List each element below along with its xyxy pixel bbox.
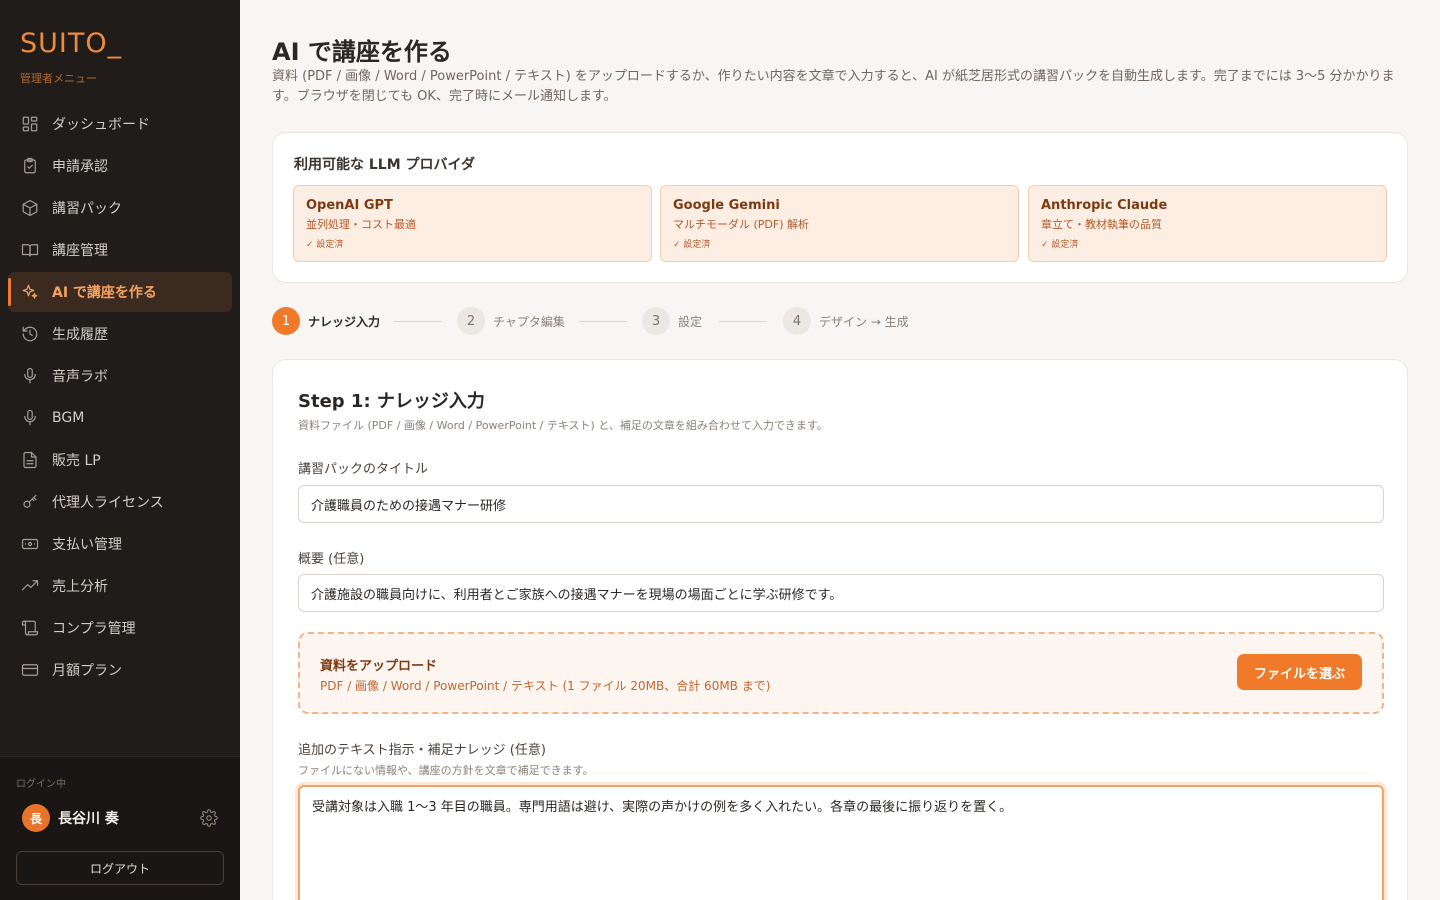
- llm-providers-card: 利用可能な LLM プロバイダ OpenAI GPT 並列処理・コスト最適 ✓ …: [272, 132, 1408, 283]
- dashboard-icon: [20, 114, 40, 134]
- extra-knowledge-textarea[interactable]: 受講対象は入職 1〜3 年目の職員。専門用語は避け、実際の声かけの例を多く入れた…: [298, 785, 1384, 900]
- microphone-icon: [20, 366, 40, 386]
- step-label: デザイン → 生成: [819, 314, 909, 329]
- book-open-icon: [20, 240, 40, 260]
- sidebar-item-courses[interactable]: 講座管理: [8, 230, 232, 270]
- step-label: ナレッジ入力: [308, 314, 381, 329]
- step-number: 2: [457, 307, 485, 335]
- provider-name: Google Gemini: [673, 198, 780, 213]
- choose-file-button[interactable]: ファイルを選ぶ: [1237, 654, 1362, 690]
- provider-name: Anthropic Claude: [1041, 198, 1168, 213]
- sidebar-item-approvals[interactable]: 申請承認: [8, 146, 232, 186]
- step-settings[interactable]: 3 設定: [642, 307, 702, 335]
- microphone-icon: [20, 408, 40, 428]
- provider-gemini: Google Gemini マルチモーダル (PDF) 解析 ✓ 設定済: [660, 185, 1019, 262]
- sidebar-item-label: 販売 LP: [52, 453, 101, 469]
- sidebar-item-label: 音声ラボ: [52, 369, 108, 385]
- step-label: 設定: [678, 314, 703, 329]
- sidebar-item-label: コンプラ管理: [52, 621, 136, 637]
- sidebar-item-label: 支払い管理: [52, 537, 122, 553]
- trending-up-icon: [20, 576, 40, 596]
- logout-button[interactable]: ログアウト: [16, 851, 224, 885]
- step-connector: [394, 321, 442, 322]
- step-label: チャプタ編集: [493, 314, 565, 329]
- step-connector: [579, 321, 627, 322]
- sidebar-item-compliance[interactable]: コンプラ管理: [8, 608, 232, 648]
- document-icon: [20, 450, 40, 470]
- step-number: 3: [642, 307, 670, 335]
- providers-title: 利用可能な LLM プロバイダ: [294, 157, 475, 173]
- sidebar-item-label: 月額プラン: [52, 663, 122, 679]
- scroll-icon: [20, 618, 40, 638]
- form-step-subtitle: 資料ファイル (PDF / 画像 / Word / PowerPoint / テ…: [298, 419, 828, 432]
- step-number: 4: [783, 307, 811, 335]
- brand-subtitle: 管理者メニュー: [20, 72, 97, 85]
- sidebar-item-label: BGM: [52, 410, 85, 426]
- sidebar-item-label: ダッシュボード: [52, 117, 150, 133]
- user-info: 長 長谷川 奏: [22, 803, 222, 833]
- sidebar-item-label: 売上分析: [52, 579, 108, 595]
- provider-status: ✓ 設定済: [1041, 240, 1079, 250]
- step-design-generate[interactable]: 4 デザイン → 生成: [783, 307, 909, 335]
- sidebar-nav: ダッシュボード 申請承認 講習パック 講座管理 AI で講座を作る 生成履歴 音…: [8, 104, 232, 692]
- provider-desc: 並列処理・コスト最適: [306, 218, 416, 231]
- extra-knowledge-label: 追加のテキスト指示・補足ナレッジ (任意): [298, 743, 546, 758]
- provider-claude: Anthropic Claude 章立て・教材執筆の品質 ✓ 設定済: [1028, 185, 1387, 262]
- step-number: 1: [272, 307, 300, 335]
- provider-name: OpenAI GPT: [306, 198, 393, 213]
- gear-icon[interactable]: [200, 809, 218, 827]
- summary-input[interactable]: 介護施設の職員向けに、利用者とご家族への接遇マナーを現場の場面ごとに学ぶ研修です…: [298, 574, 1384, 612]
- page-title: AI で講座を作る: [272, 38, 452, 66]
- sidebar-item-bgm[interactable]: BGM: [8, 398, 232, 438]
- sidebar-item-label: 申請承認: [52, 159, 108, 175]
- sidebar-item-label: 生成履歴: [52, 327, 108, 343]
- provider-desc: 章立て・教材執筆の品質: [1041, 218, 1162, 231]
- sidebar-item-dashboard[interactable]: ダッシュボード: [8, 104, 232, 144]
- sidebar-item-label: 講習パック: [52, 201, 122, 217]
- sidebar-item-voice-lab[interactable]: 音声ラボ: [8, 356, 232, 396]
- step-chapter-edit[interactable]: 2 チャプタ編集: [457, 307, 565, 335]
- sidebar-item-ai-create[interactable]: AI で講座を作る: [8, 272, 232, 312]
- user-name: 長谷川 奏: [58, 811, 119, 827]
- login-status-label: ログイン中: [16, 779, 66, 790]
- provider-desc: マルチモーダル (PDF) 解析: [673, 218, 810, 231]
- sidebar-item-packs[interactable]: 講習パック: [8, 188, 232, 228]
- sidebar-item-sales-analytics[interactable]: 売上分析: [8, 566, 232, 606]
- summary-label: 概要 (任意): [298, 552, 365, 567]
- form-step-title: Step 1: ナレッジ入力: [298, 391, 485, 412]
- avatar: 長: [22, 804, 50, 832]
- sidebar-item-sales-lp[interactable]: 販売 LP: [8, 440, 232, 480]
- history-icon: [20, 324, 40, 344]
- sidebar-item-payments[interactable]: 支払い管理: [8, 524, 232, 564]
- sidebar-item-monthly-plan[interactable]: 月額プラン: [8, 650, 232, 690]
- upload-title: 資料をアップロード: [320, 659, 438, 674]
- brand-logo[interactable]: SUITO_: [20, 28, 122, 59]
- sidebar-item-label: 講座管理: [52, 243, 108, 259]
- provider-status: ✓ 設定済: [673, 240, 711, 250]
- stepper: 1 ナレッジ入力 2 チャプタ編集 3 設定 4 デザイン → 生成: [272, 307, 972, 335]
- knowledge-input-form: Step 1: ナレッジ入力 資料ファイル (PDF / 画像 / Word /…: [272, 359, 1408, 900]
- credit-card-icon: [20, 660, 40, 680]
- sparkles-icon: [20, 282, 40, 302]
- sidebar-item-history[interactable]: 生成履歴: [8, 314, 232, 354]
- clipboard-check-icon: [20, 156, 40, 176]
- provider-openai: OpenAI GPT 並列処理・コスト最適 ✓ 設定済: [293, 185, 652, 262]
- step-connector: [719, 321, 767, 322]
- key-icon: [20, 492, 40, 512]
- sidebar: SUITO_ 管理者メニュー ダッシュボード 申請承認 講習パック 講座管理 A…: [0, 0, 240, 900]
- sidebar-footer: ログイン中 長 長谷川 奏 ログアウト: [0, 756, 240, 900]
- step-knowledge-input[interactable]: 1 ナレッジ入力: [272, 307, 380, 335]
- provider-status: ✓ 設定済: [306, 240, 344, 250]
- package-icon: [20, 198, 40, 218]
- pack-title-label: 講習パックのタイトル: [298, 462, 429, 477]
- page-description: 資料 (PDF / 画像 / Word / PowerPoint / テキスト)…: [272, 69, 1395, 104]
- pack-title-input[interactable]: 介護職員のための接遇マナー研修: [298, 485, 1384, 523]
- upload-description: PDF / 画像 / Word / PowerPoint / テキスト (1 フ…: [320, 679, 771, 693]
- file-upload-dropzone[interactable]: 資料をアップロード PDF / 画像 / Word / PowerPoint /…: [298, 632, 1384, 714]
- sidebar-item-label: AI で講座を作る: [52, 285, 157, 301]
- sidebar-item-label: 代理人ライセンス: [52, 495, 164, 511]
- sidebar-item-agent-license[interactable]: 代理人ライセンス: [8, 482, 232, 522]
- extra-knowledge-hint: ファイルにない情報や、講座の方針を文章で補足できます。: [298, 764, 594, 777]
- banknote-icon: [20, 534, 40, 554]
